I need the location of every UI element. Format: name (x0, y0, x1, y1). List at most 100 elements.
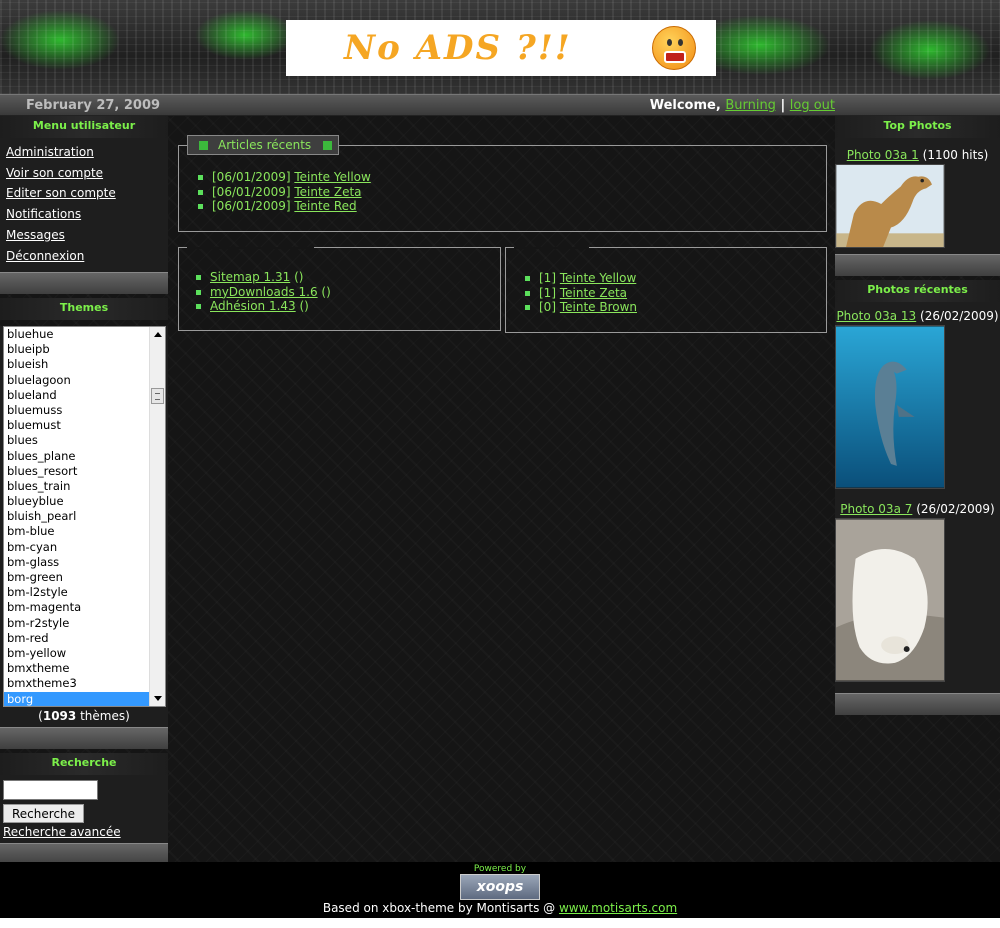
article-link[interactable]: Teinte Yellow (294, 170, 370, 184)
advanced-search-link[interactable]: Recherche avancée (3, 825, 165, 839)
logout-link[interactable]: log out (790, 98, 835, 113)
ad-banner[interactable]: No ADS ?!! (286, 20, 716, 76)
photo-link[interactable]: Photo 03a 1 (847, 148, 919, 162)
theme-option[interactable]: blues_resort (4, 464, 150, 479)
polar-bear-photo[interactable] (835, 518, 945, 682)
usermenu-block: Administration Voir son compte Editer so… (0, 138, 168, 272)
photo-caption: Photo 03a 1 (1100 hits) (835, 148, 1000, 162)
menu-administration[interactable]: Administration (6, 142, 162, 163)
username-link[interactable]: Burning (725, 98, 776, 113)
ranked-count: [1] (539, 271, 556, 285)
block-footer (0, 272, 168, 294)
scroll-up-icon[interactable] (154, 332, 162, 337)
theme-option[interactable]: bm-cyan (4, 540, 150, 555)
download-suffix: () (321, 284, 331, 299)
ranked-link[interactable]: Teinte Brown (560, 300, 637, 314)
article-date: [06/01/2009] (212, 199, 291, 213)
left-column: Menu utilisateur Administration Voir son… (0, 116, 168, 865)
theme-option[interactable]: bluemuss (4, 403, 150, 418)
search-button[interactable]: Recherche (3, 804, 85, 823)
ranked-link[interactable]: Teinte Yellow (560, 271, 636, 285)
theme-option[interactable]: bm-yellow (4, 646, 150, 661)
download-link[interactable]: myDownloads 1.6 (210, 285, 318, 299)
list-item: myDownloads 1.6 () (196, 285, 331, 300)
welcome-label: Welcome, (649, 98, 721, 113)
theme-option[interactable]: bluish_pearl (4, 509, 150, 524)
article-link[interactable]: Teinte Zeta (294, 185, 361, 199)
theme-option[interactable]: bm-blue (4, 524, 150, 539)
download-suffix: () (294, 270, 304, 284)
list-item: [1] Teinte Zeta (525, 286, 637, 301)
site-header: No ADS ?!! (0, 0, 1000, 94)
footer-based-on: Based on xbox-theme by Montisarts @ (322, 901, 556, 915)
current-date: February 27, 2009 (26, 98, 161, 113)
top-photos-block: Photo 03a 1 (1100 hits) (835, 138, 1000, 254)
photo-link[interactable]: Photo 03a 7 (840, 502, 912, 516)
theme-option[interactable]: bm-green (4, 570, 150, 585)
theme-option[interactable]: bmxtheme (4, 661, 150, 676)
theme-option[interactable]: bm-l2style (4, 585, 150, 600)
list-item: [0] Teinte Brown (525, 300, 637, 315)
theme-option[interactable]: blueland (4, 388, 150, 403)
article-date: [06/01/2009] (212, 170, 291, 184)
menu-messages[interactable]: Messages (6, 225, 162, 246)
menu-edit-account[interactable]: Editer son compte (6, 183, 162, 204)
footer-site-link[interactable]: www.motisarts.com (559, 901, 677, 915)
download-link[interactable]: Adhésion 1.43 (210, 299, 296, 313)
menu-notifications[interactable]: Notifications (6, 204, 162, 225)
shouting-face-icon (652, 26, 696, 70)
theme-option[interactable]: bm-r2style (4, 616, 150, 631)
list-item: [06/01/2009] Teinte Yellow (198, 170, 371, 185)
list-item: Sitemap 1.31 () (196, 270, 331, 285)
photo-meta: (1100 hits) (922, 148, 989, 162)
list-item: [06/01/2009] Teinte Zeta (198, 185, 371, 200)
theme-option[interactable]: bm-glass (4, 555, 150, 570)
theme-items: bluehue blueipb blueish bluelagoon blueland b… (4, 327, 165, 706)
download-link[interactable]: Sitemap 1.31 (210, 270, 290, 284)
footer-credits: Based on xbox-theme by Montisarts @ www.… (0, 901, 1000, 915)
theme-count: (1093 thèmes) (38, 709, 130, 723)
downloads-list: Sitemap 1.31 () myDownloads 1.6 () Adhés… (196, 270, 331, 314)
article-link[interactable]: Teinte Red (294, 199, 356, 213)
theme-scrollbar[interactable] (149, 327, 165, 706)
search-input[interactable] (3, 780, 98, 800)
welcome-message: Welcome, Burning | log out (650, 98, 835, 113)
list-item: [1] Teinte Yellow (525, 271, 637, 286)
recent-articles-title: Articles récents (187, 135, 340, 155)
menu-view-account[interactable]: Voir son compte (6, 163, 162, 184)
theme-option[interactable]: bmxtheme3 (4, 676, 150, 691)
theme-count-label: thèmes (80, 709, 126, 723)
theme-option[interactable]: blues_plane (4, 449, 150, 464)
themes-block: bluehue blueipb blueish bluelagoon blueland b… (0, 326, 168, 727)
theme-option[interactable]: bluemust (4, 418, 150, 433)
theme-option[interactable]: blueish (4, 357, 150, 372)
photo-caption: Photo 03a 7 (26/02/2009) (835, 502, 1000, 516)
theme-select-list[interactable]: bluehue blueipb blueish bluelagoon blueland b… (3, 326, 166, 707)
top-photos-title: Top Photos (835, 116, 1000, 138)
theme-option[interactable]: blues (4, 433, 150, 448)
dolphin-photo[interactable] (835, 325, 945, 489)
separator: | (780, 98, 786, 113)
theme-option[interactable]: bm-magenta (4, 600, 150, 615)
top-bar: February 27, 2009 Welcome, Burning | log… (0, 94, 1000, 116)
ranked-articles-box: [1] Teinte Yellow [1] Teinte Zeta [0] Te… (505, 247, 827, 333)
theme-option[interactable]: bm-red (4, 631, 150, 646)
xoops-logo[interactable]: xoops (460, 874, 540, 900)
menu-logout[interactable]: Déconnexion (6, 246, 162, 267)
theme-option[interactable]: blueipb (4, 342, 150, 357)
list-item: [06/01/2009] Teinte Red (198, 199, 371, 214)
theme-option[interactable]: bluehue (4, 327, 150, 342)
recent-photos-title: Photos récentes (835, 280, 1000, 302)
theme-option[interactable]: blues_train (4, 479, 150, 494)
theme-option[interactable]: borg (4, 691, 150, 706)
theme-option[interactable]: blueyblue (4, 494, 150, 509)
photo-link[interactable]: Photo 03a 13 (836, 309, 916, 323)
ranked-link[interactable]: Teinte Zeta (560, 286, 627, 300)
camel-photo[interactable] (835, 164, 945, 248)
scroll-down-icon[interactable] (154, 696, 162, 701)
list-item: Adhésion 1.43 () (196, 299, 331, 314)
theme-count-number: 1093 (42, 709, 77, 723)
scroll-thumb[interactable] (151, 388, 164, 404)
theme-option[interactable]: bluelagoon (4, 373, 150, 388)
photo-caption: Photo 03a 13 (26/02/2009) (835, 309, 1000, 323)
